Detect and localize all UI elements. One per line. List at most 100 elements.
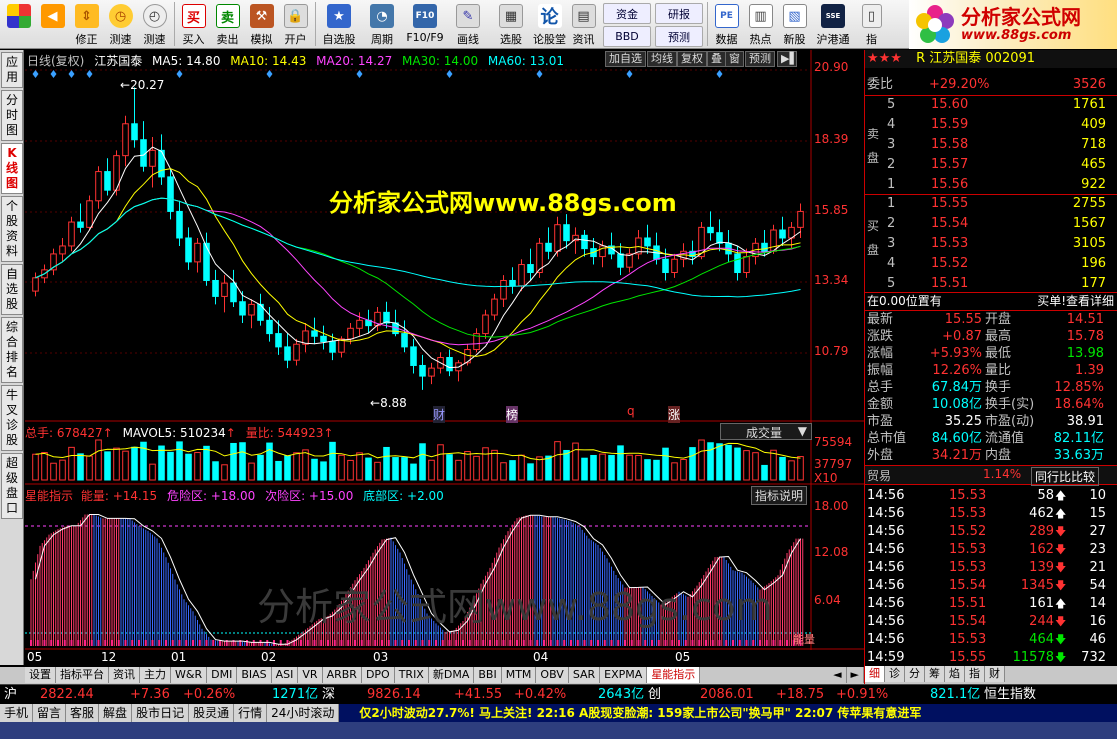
tab-new-dma[interactable]: 新DMA — [428, 667, 475, 683]
bbd-button[interactable]: BBD — [603, 26, 651, 47]
window-button[interactable] — [2, 2, 35, 47]
tab-dpo[interactable]: DPO — [361, 667, 395, 683]
status-diary[interactable]: 股市日记 — [132, 704, 190, 722]
candle-body — [203, 242, 210, 281]
status-market[interactable]: 行情 — [234, 704, 268, 722]
tab-wr[interactable]: W&R — [171, 667, 208, 683]
tab-bias[interactable]: BIAS — [237, 667, 272, 683]
volume-bar — [347, 459, 354, 481]
watchlist-button[interactable]: ★ 自选股 — [318, 2, 360, 47]
candle-body — [617, 253, 624, 268]
tab-dmi[interactable]: DMI — [207, 667, 238, 683]
research-button[interactable]: 研报 — [655, 3, 703, 24]
new-stock-button[interactable]: ▧ 新股 — [778, 2, 811, 47]
forecast-chart-button[interactable]: 预测 — [745, 51, 775, 67]
qtab-flame[interactable]: 焰 — [945, 666, 965, 682]
sell-button[interactable]: 卖卖出 — [211, 2, 244, 47]
qtab-diagnose[interactable]: 诊 — [885, 666, 905, 682]
tab-stock-info[interactable]: 个股资料 — [1, 196, 23, 262]
open-account-button[interactable]: 🔒 开户 — [279, 2, 312, 47]
ma-button[interactable]: 均线 — [647, 51, 677, 67]
view-detail-link[interactable]: 买单!查看详细 — [1037, 292, 1114, 310]
indicator-help-button[interactable]: 指标说明 — [751, 486, 808, 505]
status-service[interactable]: 客服 — [66, 704, 100, 722]
tab-intraday[interactable]: 分时图 — [1, 90, 23, 141]
qtab-detail[interactable]: 细 — [865, 666, 885, 682]
tab-super-order[interactable]: 超级盘口 — [1, 453, 23, 519]
buy-button[interactable]: 买买入 — [177, 2, 210, 47]
tab-expma[interactable]: EXPMA — [600, 667, 648, 683]
tab-kline[interactable]: K线图 — [1, 143, 23, 194]
fund-button[interactable]: 资金 — [603, 3, 651, 24]
select-stock-button[interactable]: ▦ 选股 — [490, 2, 532, 47]
energy-bottom-mark — [516, 640, 518, 646]
news-ticker[interactable]: 仅2小时波动27.7%! 马上关注! 22:16 A股现变脸潮: 159家上市公… — [339, 704, 1117, 722]
kline-chart-area[interactable]: 日线(复权) 江苏国泰 MA5: 14.80 MA10: 14.43 MA20:… — [25, 50, 864, 666]
sse-hk-connect-button[interactable]: SSE 沪港通 — [812, 2, 854, 47]
tab-sar[interactable]: SAR — [568, 667, 601, 683]
status-24h[interactable]: 24小时滚动 — [267, 704, 340, 722]
energy-bottom-mark — [678, 640, 680, 646]
tab-arbr[interactable]: ARBR — [322, 667, 362, 683]
tab-apps[interactable]: 应用 — [1, 52, 23, 88]
status-stock-link[interactable]: 股灵通 — [189, 704, 235, 722]
industry-compare-button[interactable]: 同行比比较 — [1031, 467, 1100, 486]
candle-body — [275, 333, 282, 348]
volume-type-dropdown[interactable]: 成交量 ▼ — [720, 423, 812, 440]
restore-rights-button[interactable]: 复权 — [677, 51, 707, 67]
tab-vr[interactable]: VR — [298, 667, 323, 683]
candle-body — [734, 253, 741, 274]
bid-price: 15.51 — [931, 276, 969, 291]
cycle-button[interactable]: ◔ 周期 — [361, 2, 403, 47]
back-button[interactable]: ◀ — [36, 2, 69, 47]
simulate-button[interactable]: ⚒ 模拟 — [245, 2, 278, 47]
window-mode-button[interactable]: 窗 — [725, 51, 744, 67]
qtab-minute[interactable]: 分 — [905, 666, 925, 682]
forum-button[interactable]: 论论股堂 — [533, 2, 566, 47]
tab-scroll-left[interactable]: ◄ — [829, 667, 847, 683]
energy-bottom-mark — [725, 640, 728, 646]
hotspot-button[interactable]: ▥ 热点 — [744, 2, 777, 47]
overlay-button[interactable]: 叠 — [707, 51, 726, 67]
energy-bottom-mark — [657, 640, 660, 646]
tab-star-energy[interactable]: 星能指示 — [647, 667, 701, 683]
status-message[interactable]: 留言 — [33, 704, 67, 722]
data-button[interactable]: PE 数据 — [710, 2, 743, 47]
draw-line-button[interactable]: ✎ 画线 — [447, 2, 489, 47]
tab-scroll-right[interactable]: ► — [846, 667, 864, 683]
tab-watchlist[interactable]: 自选股 — [1, 264, 23, 315]
event-list-badge[interactable]: 榜 — [506, 406, 519, 423]
status-analysis[interactable]: 解盘 — [99, 704, 133, 722]
tab-ranking[interactable]: 综合排名 — [1, 317, 23, 383]
tick-count: 23 — [1089, 542, 1106, 557]
expand-arrow-button[interactable]: ▶▌ — [777, 51, 798, 67]
tab-settings[interactable]: 设置 — [25, 667, 56, 683]
tab-mtm[interactable]: MTM — [501, 667, 537, 683]
speed-button[interactable]: ◷ 测速 — [104, 2, 137, 47]
tab-asi[interactable]: ASI — [271, 667, 299, 683]
qtab-index[interactable]: 指 — [965, 666, 985, 682]
forecast-button[interactable]: 预测 — [655, 26, 703, 47]
test-button[interactable]: ◴ 测速 — [138, 2, 171, 47]
event-finance-badge[interactable]: 财 — [433, 406, 446, 423]
add-watchlist-button[interactable]: 加自选 — [605, 51, 646, 67]
energy-bottom-mark — [617, 640, 620, 646]
tab-main-force[interactable]: 主力 — [140, 667, 171, 683]
event-limit-up-badge[interactable]: 涨 — [668, 406, 681, 423]
tab-news[interactable]: 资讯 — [109, 667, 140, 683]
index-button[interactable]: ▯ 指 — [855, 2, 888, 47]
ask-level-row: 5 15.60 1761 — [865, 96, 1117, 114]
fix-button[interactable]: ⇕ 修正 — [70, 2, 103, 47]
tab-obv[interactable]: OBV — [536, 667, 569, 683]
event-q-badge[interactable]: q — [627, 404, 635, 418]
tab-indicator-platform[interactable]: 指标平台 — [56, 667, 109, 683]
tab-diagnosis[interactable]: 牛叉诊股 — [1, 385, 23, 451]
tab-trix[interactable]: TRIX — [394, 667, 429, 683]
energy-bottom-mark — [651, 640, 653, 646]
tab-bbi[interactable]: BBI — [474, 667, 502, 683]
news-button[interactable]: ▤ 资讯 — [567, 2, 600, 47]
qtab-chips[interactable]: 筹 — [925, 666, 945, 682]
qtab-finance[interactable]: 财 — [985, 666, 1005, 682]
status-mobile[interactable]: 手机 — [0, 704, 34, 722]
f10-button[interactable]: F10 F10/F9 — [404, 2, 446, 47]
